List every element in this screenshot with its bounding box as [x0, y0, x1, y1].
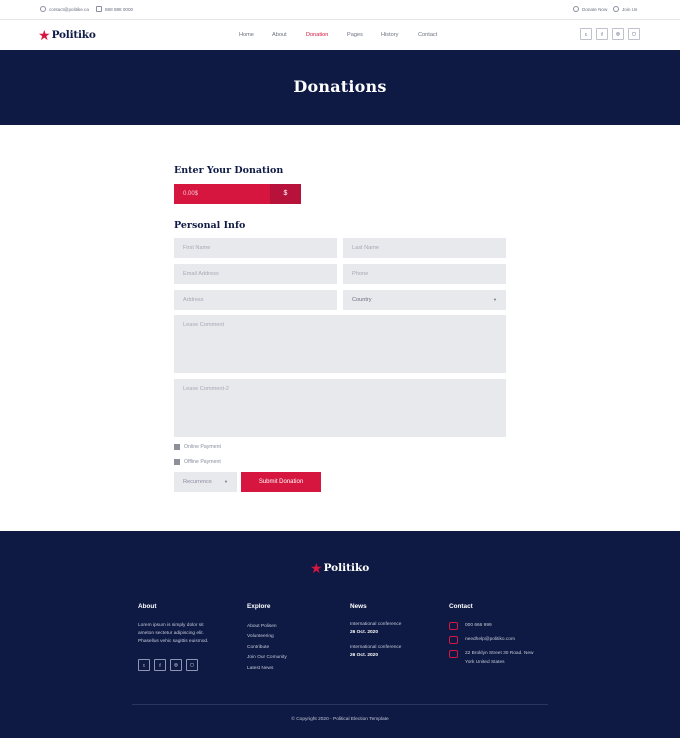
first-name-field[interactable]: First Name — [174, 238, 337, 258]
instagram-icon[interactable]: ◻ — [628, 28, 640, 40]
mail-icon — [40, 6, 46, 12]
twitter-icon[interactable]: t — [138, 659, 150, 671]
phone-field[interactable]: Phone — [343, 264, 506, 284]
footer-link[interactable]: About Polisen — [247, 624, 277, 629]
nav-menu: Home About Donation Pages History Contac… — [0, 32, 680, 42]
contact-address-line: York United States — [465, 660, 505, 665]
news-date: 26 Oct. 2020 — [350, 630, 379, 635]
dollar-icon — [573, 6, 579, 12]
star-icon: ★ — [310, 560, 323, 576]
top-bar: contact@politike.ca 888 888 0000 Donate … — [0, 0, 680, 20]
offline-payment-checkbox[interactable] — [174, 459, 180, 465]
phone-icon — [449, 622, 458, 630]
dribbble-icon[interactable]: ◎ — [612, 28, 624, 40]
mail-icon — [449, 636, 458, 644]
top-phone[interactable]: 888 888 0000 — [96, 6, 133, 12]
news-title[interactable]: International conference — [350, 622, 401, 627]
contact-phone[interactable]: 000 666 999 — [465, 622, 492, 630]
footer-news-heading: News — [350, 603, 367, 610]
news-date: 26 Oct. 2020 — [350, 653, 379, 658]
footer-about-line: Phasellus vehic sagittis euismod. — [138, 639, 209, 644]
footer-about-heading: About — [138, 603, 157, 610]
email-field[interactable]: Email Address — [174, 264, 337, 284]
last-name-field[interactable]: Last Name — [343, 238, 506, 258]
nav-home[interactable]: Home — [239, 32, 254, 38]
online-payment-option[interactable]: Online Payment — [174, 444, 221, 450]
contact-address-line: 22 Broklyn Street 30 Road. New — [465, 651, 534, 656]
top-email[interactable]: contact@politike.ca — [40, 6, 89, 12]
offline-payment-option[interactable]: Offline Payment — [174, 459, 221, 465]
twitter-icon[interactable]: t — [580, 28, 592, 40]
footer-explore-heading: Explore — [247, 603, 271, 610]
site-footer: ★ Politiko About Lorem ipsum is simply d… — [0, 531, 680, 738]
country-select-label: Country — [352, 297, 372, 303]
nav-pages[interactable]: Pages — [347, 32, 363, 38]
main-nav: ★ Politiko Home About Donation Pages His… — [0, 20, 680, 50]
page-title: Donations — [293, 77, 387, 96]
footer-link[interactable]: Contribute — [247, 645, 269, 650]
donation-heading: Enter Your Donation — [174, 165, 284, 176]
address-field[interactable]: Address — [174, 290, 337, 310]
footer-link[interactable]: Latest News — [247, 666, 273, 671]
footer-divider — [132, 704, 548, 705]
recurrence-select[interactable]: Recurrence ▼ — [174, 472, 237, 492]
donate-now-link[interactable]: Donate Now — [573, 6, 607, 12]
nav-contact[interactable]: Contact — [418, 32, 437, 38]
nav-donation[interactable]: Donation — [306, 32, 328, 38]
nav-history[interactable]: History — [381, 32, 398, 38]
footer-logo[interactable]: ★ Politiko — [310, 560, 369, 576]
join-us-link[interactable]: Join Us — [613, 6, 637, 12]
footer-link[interactable]: Volunteering — [247, 634, 274, 639]
footer-about-line: ameton sectetur adipiscing elit. — [138, 631, 204, 636]
facebook-icon[interactable]: f — [596, 28, 608, 40]
footer-link[interactable]: Join Our Comunity — [247, 655, 287, 660]
currency-symbol: $ — [270, 184, 301, 204]
page-hero: Donations — [0, 50, 680, 125]
footer-contact-heading: Contact — [449, 603, 473, 610]
dribbble-icon[interactable]: ◎ — [170, 659, 182, 671]
footer-about-line: Lorem ipsum is simply dolor sit — [138, 623, 204, 628]
comment-textarea[interactable]: Leave Comment — [174, 315, 506, 373]
contact-email[interactable]: needhelp@politiko.com — [465, 636, 515, 644]
instagram-icon[interactable]: ◻ — [186, 659, 198, 671]
submit-donation-button[interactable]: Submit Donation — [241, 472, 321, 492]
online-payment-checkbox[interactable] — [174, 444, 180, 450]
news-title[interactable]: International conference — [350, 645, 401, 650]
user-icon — [613, 6, 619, 12]
donation-amount-input[interactable]: 0.00$ $ — [174, 184, 301, 204]
country-select[interactable]: Country ▼ — [343, 290, 506, 310]
phone-icon — [96, 6, 102, 12]
chevron-down-icon: ▼ — [224, 479, 228, 484]
location-icon — [449, 650, 458, 658]
nav-about[interactable]: About — [272, 32, 287, 38]
footer-social: t f ◎ ◻ — [138, 659, 198, 671]
chevron-down-icon: ▼ — [493, 297, 497, 302]
comment2-textarea[interactable]: Leave Comment-2 — [174, 379, 506, 437]
personal-info-heading: Personal Info — [174, 220, 246, 231]
header-social: t f ◎ ◻ — [580, 28, 640, 40]
recurrence-label: Recurrence — [183, 479, 212, 485]
facebook-icon[interactable]: f — [154, 659, 166, 671]
copyright-text: © Copyright 2020 - Political Election Te… — [291, 717, 389, 722]
donation-amount-value: 0.00$ — [183, 191, 199, 197]
